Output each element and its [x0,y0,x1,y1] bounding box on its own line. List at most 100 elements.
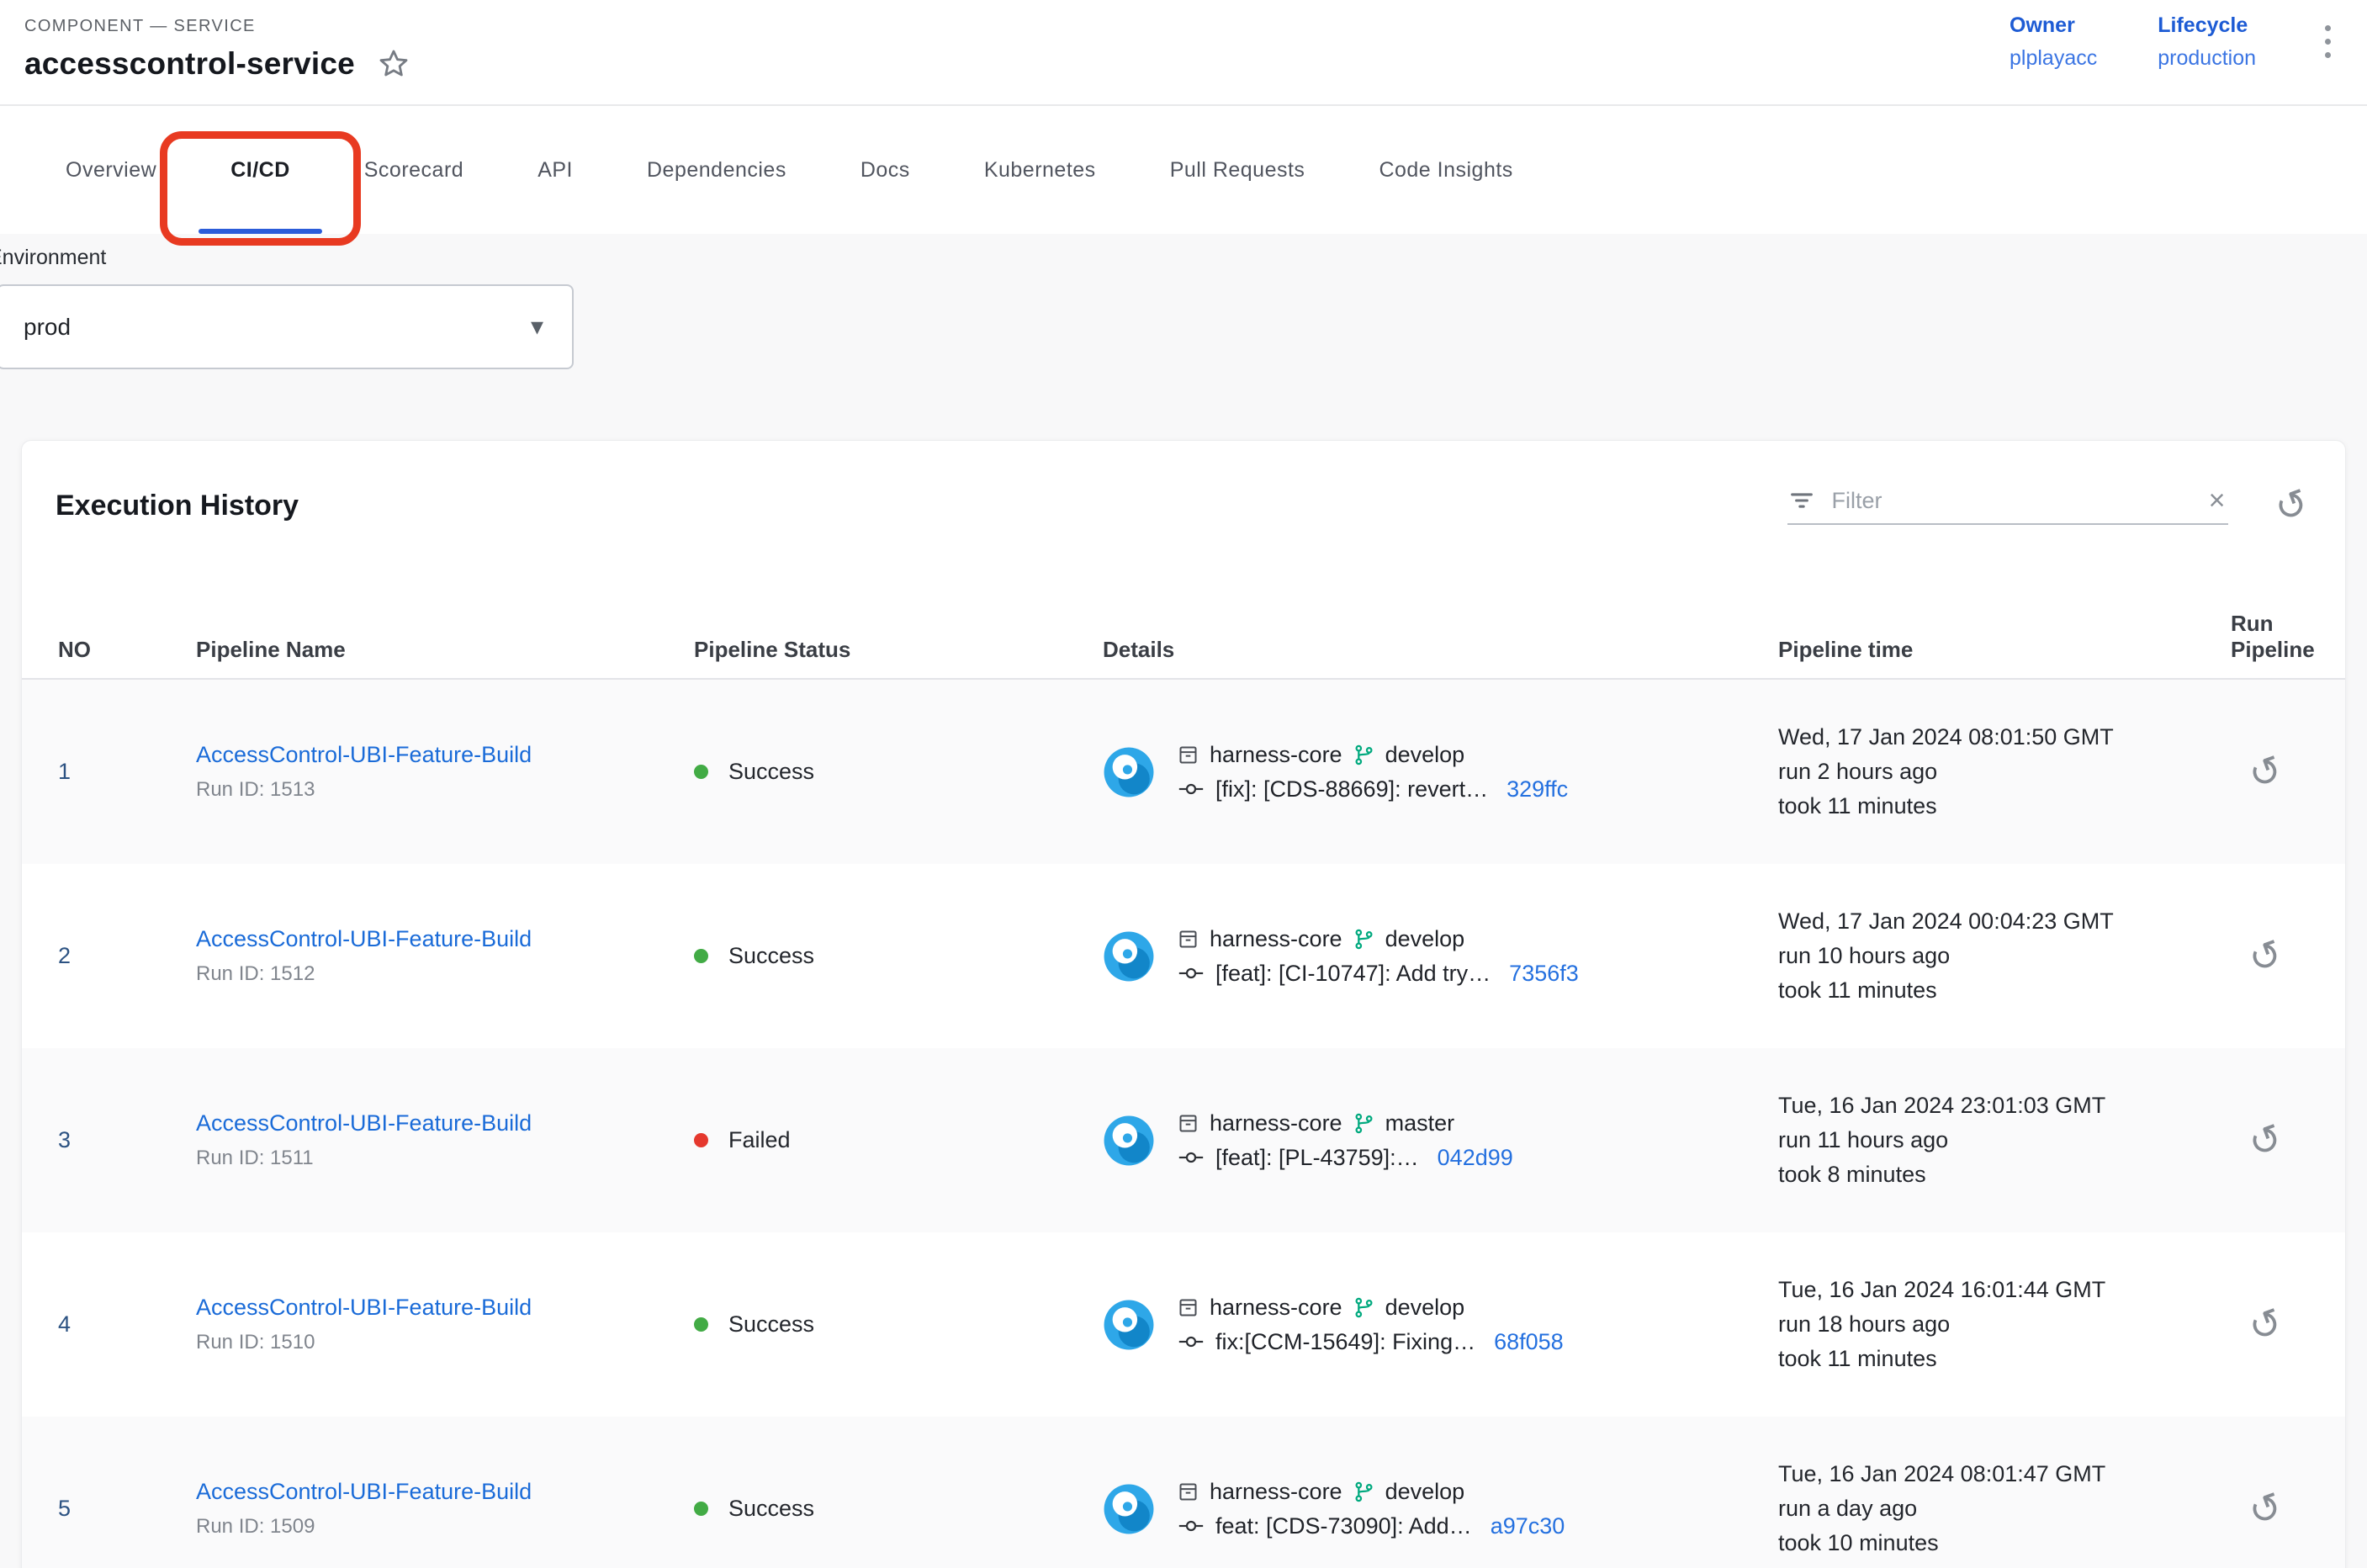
git-branch-icon [1353,928,1375,951]
time-ran: run 10 hours ago [1778,939,2231,973]
app-header: COMPONENT — SERVICE accesscontrol-servic… [0,0,2367,106]
repository-icon [1177,1296,1199,1319]
table-row: 3 AccessControl-UBI-Feature-Build Run ID… [22,1048,2345,1232]
column-header-details: Details [1103,637,1778,663]
git-branch-icon [1353,1481,1375,1503]
pipeline-time-cell: Tue, 16 Jan 2024 08:01:47 GMT run a day … [1778,1457,2231,1560]
refresh-icon[interactable]: ↺ [2270,482,2314,529]
commit-sha-link[interactable]: 68f058 [1494,1329,1564,1355]
git-commit-icon [1177,1147,1205,1168]
clear-filter-icon[interactable]: × [2205,486,2229,515]
tab-pull-requests[interactable]: Pull Requests [1133,106,1342,234]
run-pipeline-button[interactable]: ↺ [2243,932,2287,979]
environment-selected-value: prod [24,314,71,341]
pipeline-status-cell: Success [694,943,1103,969]
row-number-link[interactable]: 4 [58,1311,196,1338]
pipeline-name-link[interactable]: AccessControl-UBI-Feature-Build [196,1479,694,1505]
time-ran: run a day ago [1778,1491,2231,1526]
run-id: Run ID: 1510 [196,1331,694,1354]
owner-label: Owner [2010,13,2097,38]
row-number-link[interactable]: 1 [58,759,196,785]
environment-label: Environment [0,234,2346,270]
lifecycle-value: production [2158,46,2256,71]
kebab-menu-icon[interactable] [2317,13,2339,70]
pipeline-name-link[interactable]: AccessControl-UBI-Feature-Build [196,742,694,768]
row-number-link[interactable]: 2 [58,943,196,969]
status-dot [694,1502,708,1516]
commit-sha-link[interactable]: 329ffc [1507,776,1568,803]
pipeline-name-cell: AccessControl-UBI-Feature-Build Run ID: … [196,1295,694,1354]
run-pipeline-button[interactable]: ↺ [2243,748,2287,795]
run-pipeline-button[interactable]: ↺ [2243,1116,2287,1163]
details-cell: harness-core develop [1103,742,1778,803]
pipeline-time-cell: Tue, 16 Jan 2024 23:01:03 GMT run 11 hou… [1778,1089,2231,1192]
tab-dependencies[interactable]: Dependencies [610,106,823,234]
tab-cicd[interactable]: CI/CD [193,106,327,234]
commit-sha-link[interactable]: a97c30 [1491,1513,1565,1539]
tab-scorecard[interactable]: Scorecard [327,106,500,234]
tab-docs[interactable]: Docs [823,106,947,234]
commit-message: feat: [CDS-73090]: Add… [1215,1513,1472,1539]
column-header-pipeline-time: Pipeline time [1778,637,2231,663]
filter-input[interactable] [1830,487,2191,515]
harness-pipeline-icon [1103,746,1155,798]
environment-dropdown[interactable]: prod ▾ [0,284,574,369]
tab-code-insights[interactable]: Code Insights [1342,106,1549,234]
pipeline-name-link[interactable]: AccessControl-UBI-Feature-Build [196,1295,694,1321]
tab-label: CI/CD [230,158,290,183]
repo-name: harness-core [1210,926,1342,952]
pipeline-name-link[interactable]: AccessControl-UBI-Feature-Build [196,926,694,952]
tab-overview[interactable]: Overview [29,106,193,234]
details-cell: harness-core develop [1103,926,1778,987]
column-header-run-pipeline: Run Pipeline [2231,611,2330,663]
time-took: took 11 minutes [1778,789,2231,824]
run-pipeline-button[interactable]: ↺ [2243,1485,2287,1532]
tab-kubernetes[interactable]: Kubernetes [947,106,1133,234]
details-cell: harness-core develop [1103,1479,1778,1539]
tab-label: Overview [66,158,156,183]
commit-sha-link[interactable]: 042d99 [1438,1145,1513,1171]
run-pipeline-cell: ↺ [2231,753,2330,792]
tab-api[interactable]: API [500,106,610,234]
status-text: Success [728,759,814,785]
pipeline-name-cell: AccessControl-UBI-Feature-Build Run ID: … [196,742,694,802]
branch-name: develop [1385,1295,1465,1321]
branch-name: develop [1385,742,1465,768]
branch-name: develop [1385,926,1465,952]
branch-name: master [1385,1110,1455,1136]
harness-pipeline-icon [1103,1483,1155,1535]
page-body: Environment prod ▾ Execution History × ↺… [0,234,2367,1568]
owner-link[interactable]: plplayacc [2010,46,2097,71]
table-header: NO Pipeline Name Pipeline Status Details… [22,574,2345,680]
time-date: Tue, 16 Jan 2024 16:01:44 GMT [1778,1273,2231,1307]
row-number-link[interactable]: 3 [58,1127,196,1153]
repository-icon [1177,928,1199,951]
details-cell: harness-core master [1103,1110,1778,1171]
tab-label: Dependencies [647,158,786,183]
status-dot [694,949,708,963]
git-branch-icon [1353,744,1375,766]
run-pipeline-cell: ↺ [2231,1306,2330,1344]
pipeline-name-link[interactable]: AccessControl-UBI-Feature-Build [196,1110,694,1136]
status-text: Success [728,1496,814,1522]
repository-icon [1177,1112,1199,1135]
commit-message: [feat]: [PL-43759]:… [1215,1145,1419,1171]
run-id: Run ID: 1513 [196,778,694,802]
branch-name: develop [1385,1479,1465,1505]
git-commit-icon [1177,963,1205,983]
pipeline-status-cell: Success [694,1496,1103,1522]
column-header-pipeline-name: Pipeline Name [196,637,694,663]
entity-meta: Owner plplayacc Lifecycle production [2010,13,2339,71]
tab-label: Code Insights [1379,158,1512,183]
repo-name: harness-core [1210,1479,1342,1505]
repo-name: harness-core [1210,742,1342,768]
commit-sha-link[interactable]: 7356f3 [1509,961,1579,987]
time-date: Tue, 16 Jan 2024 23:01:03 GMT [1778,1089,2231,1123]
status-text: Success [728,1311,814,1338]
favorite-star-icon[interactable] [377,47,410,81]
row-number-link[interactable]: 5 [58,1496,196,1522]
run-pipeline-button[interactable]: ↺ [2243,1300,2287,1348]
time-took: took 8 minutes [1778,1157,2231,1192]
pipeline-name-cell: AccessControl-UBI-Feature-Build Run ID: … [196,926,694,986]
time-took: took 11 minutes [1778,973,2231,1008]
